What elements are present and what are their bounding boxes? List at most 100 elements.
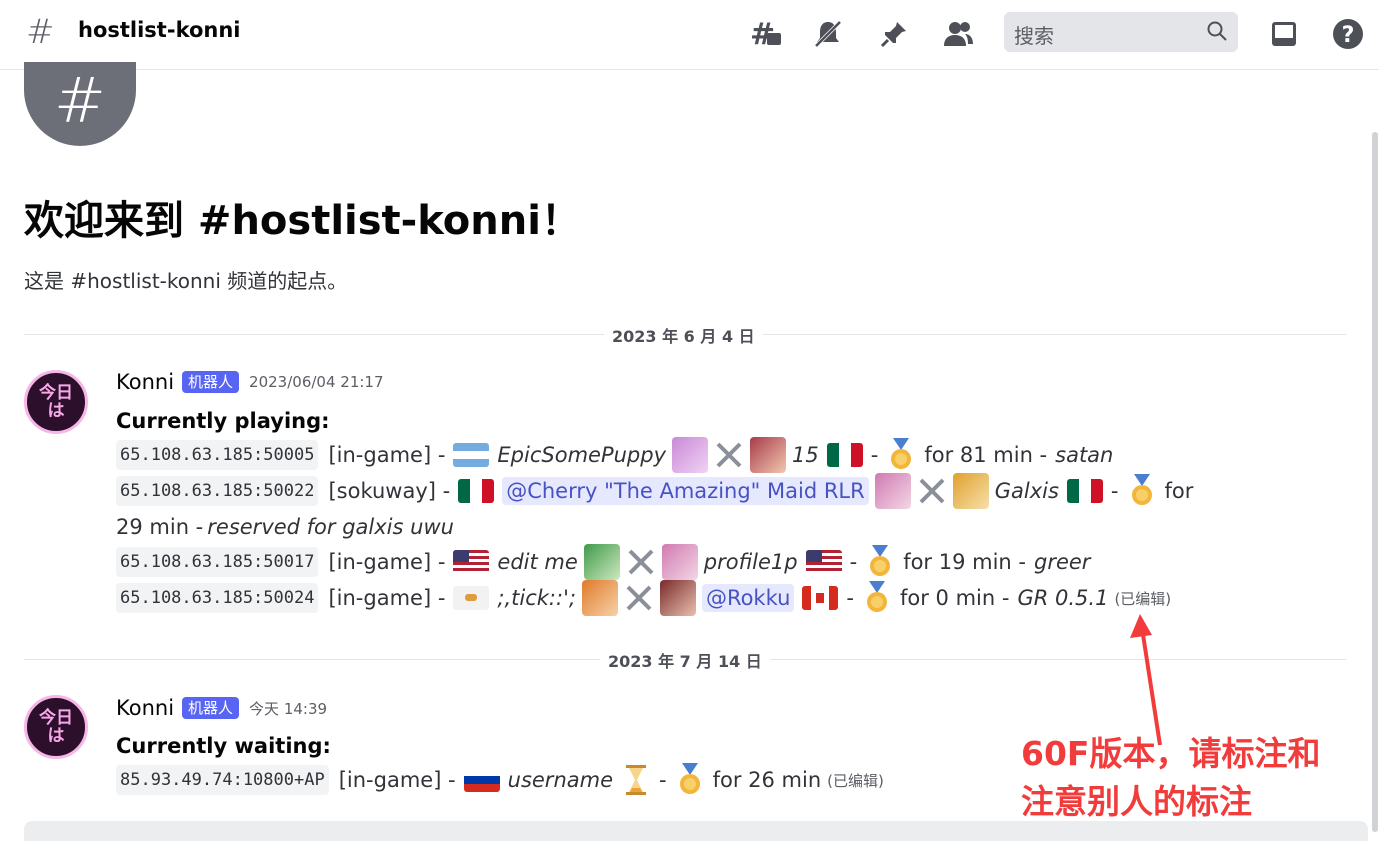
bot-tag: 机器人 (182, 371, 240, 393)
date-divider-label: 2023 年 7 月 14 日 (600, 648, 770, 672)
timestamp[interactable]: 今天 14:39 (249, 698, 327, 719)
usa-flag-icon (805, 550, 842, 574)
host-line: 65.108.63.185:50022 [sokuway] - @Cherry … (116, 473, 1197, 509)
separator: - (846, 586, 854, 610)
medal-icon (860, 581, 894, 615)
separator: - (659, 768, 667, 792)
host-status: [in-game] - (338, 768, 456, 792)
host-note: greer (1034, 550, 1091, 574)
search-icon (1206, 20, 1228, 46)
character-sprite-icon (952, 473, 989, 509)
play-time: for (1164, 479, 1194, 503)
host-status: [in-game] - (328, 586, 446, 610)
mexico-flag-icon (1066, 479, 1103, 503)
message-heading: Currently waiting: (116, 734, 331, 758)
help-icon[interactable]: ? (1330, 16, 1366, 52)
channel-hash-icon: # (26, 12, 55, 52)
player-name: Galxis (994, 479, 1059, 503)
character-sprite-icon (581, 580, 618, 616)
avatar[interactable]: 今日は (24, 370, 88, 434)
date-divider-label: 2023 年 6 月 4 日 (604, 323, 763, 347)
user-mention[interactable]: @Cherry "The Amazing" Maid RLR (502, 477, 869, 505)
play-time: for 19 min - (903, 550, 1026, 574)
user-mention[interactable]: @Rokku (701, 584, 795, 612)
character-sprite-icon (672, 437, 709, 473)
crossed-swords-icon (712, 438, 746, 472)
host-status: [in-game] - (328, 443, 446, 467)
annotation-text-line-2: 注意别人的标注 (1021, 782, 1252, 821)
character-sprite-icon (659, 580, 696, 616)
argentina-flag-icon (453, 443, 490, 467)
host-line: 65.108.63.185:50017 [in-game] - edit me … (116, 544, 1094, 580)
edited-tag: (已编辑) (827, 771, 884, 790)
annotation-text-line-1: 60F版本，请标注和 (1021, 734, 1321, 773)
members-icon[interactable] (940, 16, 976, 52)
separator: - (870, 443, 879, 467)
scrollbar-thumb[interactable] (1372, 132, 1378, 832)
welcome-title: 欢迎来到 #hostlist-konni！ (24, 198, 581, 244)
player-name-2: profile1p (703, 550, 798, 574)
host-line: 85.93.49.74:10800+AP [in-game] - usernam… (116, 763, 884, 797)
character-sprite-icon (661, 544, 698, 580)
search-input[interactable]: 搜索 (1004, 12, 1238, 52)
search-placeholder: 搜索 (1014, 24, 1054, 48)
character-sprite-icon (874, 473, 911, 509)
host-status: [sokuway] - (328, 479, 451, 503)
avatar[interactable]: 今日は (24, 695, 88, 759)
host-address: 65.108.63.185:50017 (116, 547, 319, 577)
message-heading: Currently playing: (116, 409, 330, 433)
edited-tag: (已编辑) (1114, 589, 1172, 608)
hourglass-icon (619, 763, 653, 797)
message-header: Konni 机器人 2023/06/04 21:17 (116, 370, 384, 394)
host-note: reserved for galxis uwu (207, 515, 454, 539)
host-note: satan (1055, 443, 1114, 467)
player-number: 15 (792, 443, 819, 467)
play-time: for 81 min - (924, 443, 1048, 467)
avatar-text: 今日は (39, 383, 73, 421)
mexico-flag-icon (458, 479, 495, 503)
host-line: 65.108.63.185:50024 [in-game] - ;,tick::… (116, 580, 1172, 616)
crossed-swords-icon (622, 581, 656, 615)
svg-text:?: ? (1342, 23, 1355, 48)
author-name[interactable]: Konni (116, 370, 174, 394)
channel-name: hostlist-konni (78, 18, 241, 42)
channel-welcome-icon: # (24, 62, 136, 146)
crossed-swords-icon (624, 545, 658, 579)
medal-icon (673, 763, 707, 797)
host-address: 65.108.63.185:50022 (116, 476, 319, 506)
timestamp[interactable]: 2023/06/04 21:17 (249, 373, 383, 391)
russia-flag-icon (463, 768, 500, 792)
inbox-icon[interactable] (1266, 16, 1302, 52)
character-sprite-icon (583, 544, 620, 580)
medal-icon (884, 438, 918, 472)
pin-icon[interactable] (876, 16, 912, 52)
welcome-subtitle: 这是 #hostlist-konni 频道的起点。 (24, 269, 348, 293)
player-name: ;,tick::'; (497, 586, 576, 610)
author-name[interactable]: Konni (116, 696, 174, 720)
player-name: username (507, 768, 613, 792)
avatar-text: 今日は (39, 708, 73, 746)
usa-flag-icon (453, 550, 490, 574)
player-name: edit me (497, 550, 578, 574)
channel-header: # hostlist-konni # 搜索 ? (0, 0, 1379, 70)
medal-icon (863, 545, 897, 579)
host-line: 65.108.63.185:50005 [in-game] - EpicSome… (116, 437, 1117, 473)
host-address: 85.93.49.74:10800+AP (116, 765, 329, 795)
mute-bell-icon[interactable] (810, 16, 846, 52)
host-address: 65.108.63.185:50005 (116, 440, 319, 470)
threads-icon[interactable]: # (748, 16, 784, 52)
separator: - (1110, 479, 1119, 503)
host-note: GR 0.5.1 (1017, 586, 1109, 610)
bot-tag: 机器人 (182, 697, 240, 719)
player-name: EpicSomePuppy (497, 443, 667, 467)
play-time-continued: 29 min - (116, 515, 204, 539)
host-line-continued: 29 min - reserved for galxis uwu (116, 510, 458, 544)
message-composer[interactable] (24, 821, 1368, 841)
canada-flag-icon (802, 586, 839, 610)
play-time: for 26 min (712, 768, 822, 792)
scrollbar[interactable] (1371, 72, 1379, 832)
medal-icon (1125, 474, 1159, 508)
message-header: Konni 机器人 今天 14:39 (116, 696, 327, 720)
cyprus-flag-icon (453, 586, 490, 610)
crossed-swords-icon (915, 474, 949, 508)
